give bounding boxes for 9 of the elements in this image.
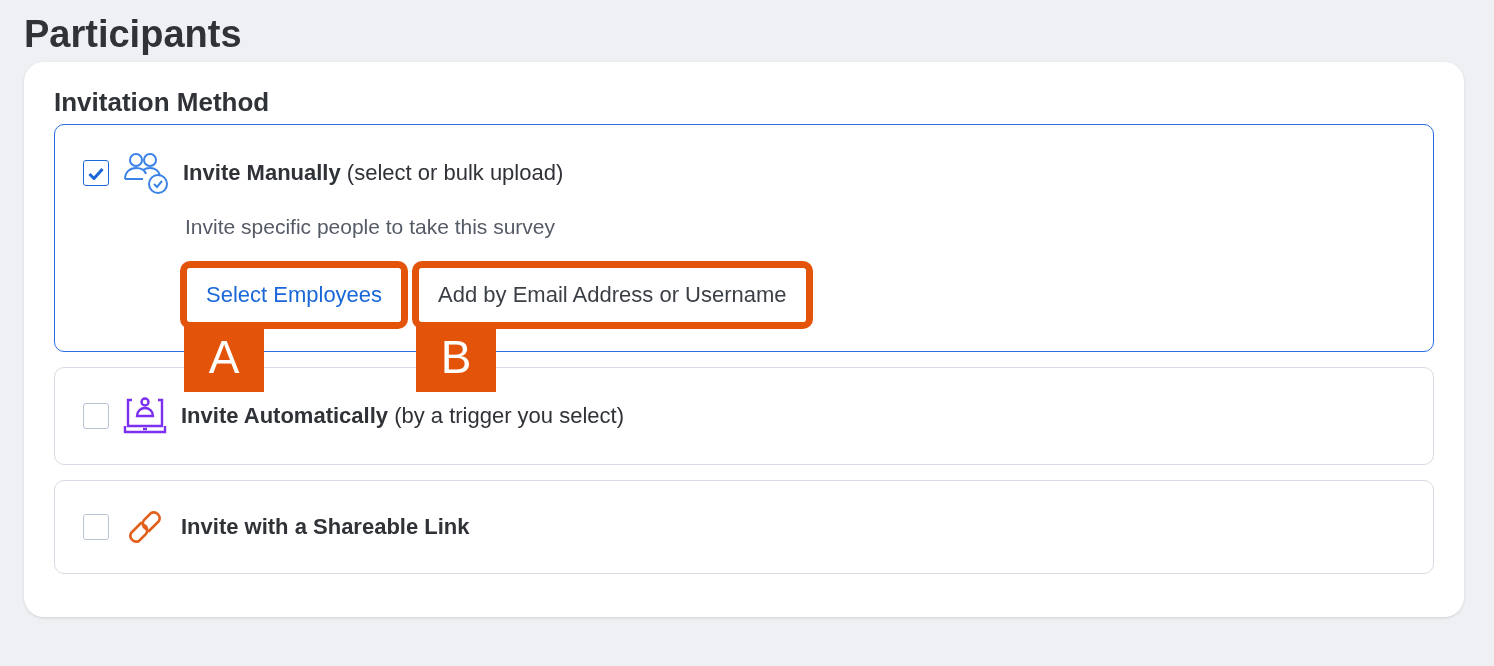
page-title: Participants [24, 14, 243, 54]
select-employees-link[interactable]: Select Employees [187, 268, 402, 322]
option-title: Invite with a Shareable Link [181, 514, 470, 540]
invitation-option[interactable]: Invite with a Shareable Link [54, 480, 1434, 574]
option-title: Invite Automatically (by a trigger you select) [181, 403, 624, 429]
section-title: Invitation Method [54, 86, 271, 118]
option-title: Invite Manually (select or bulk upload) [183, 160, 564, 186]
option-description: Invite specific people to take this survey [185, 215, 557, 239]
add-by-email-button[interactable]: Add by Email Address or Username [419, 268, 806, 322]
